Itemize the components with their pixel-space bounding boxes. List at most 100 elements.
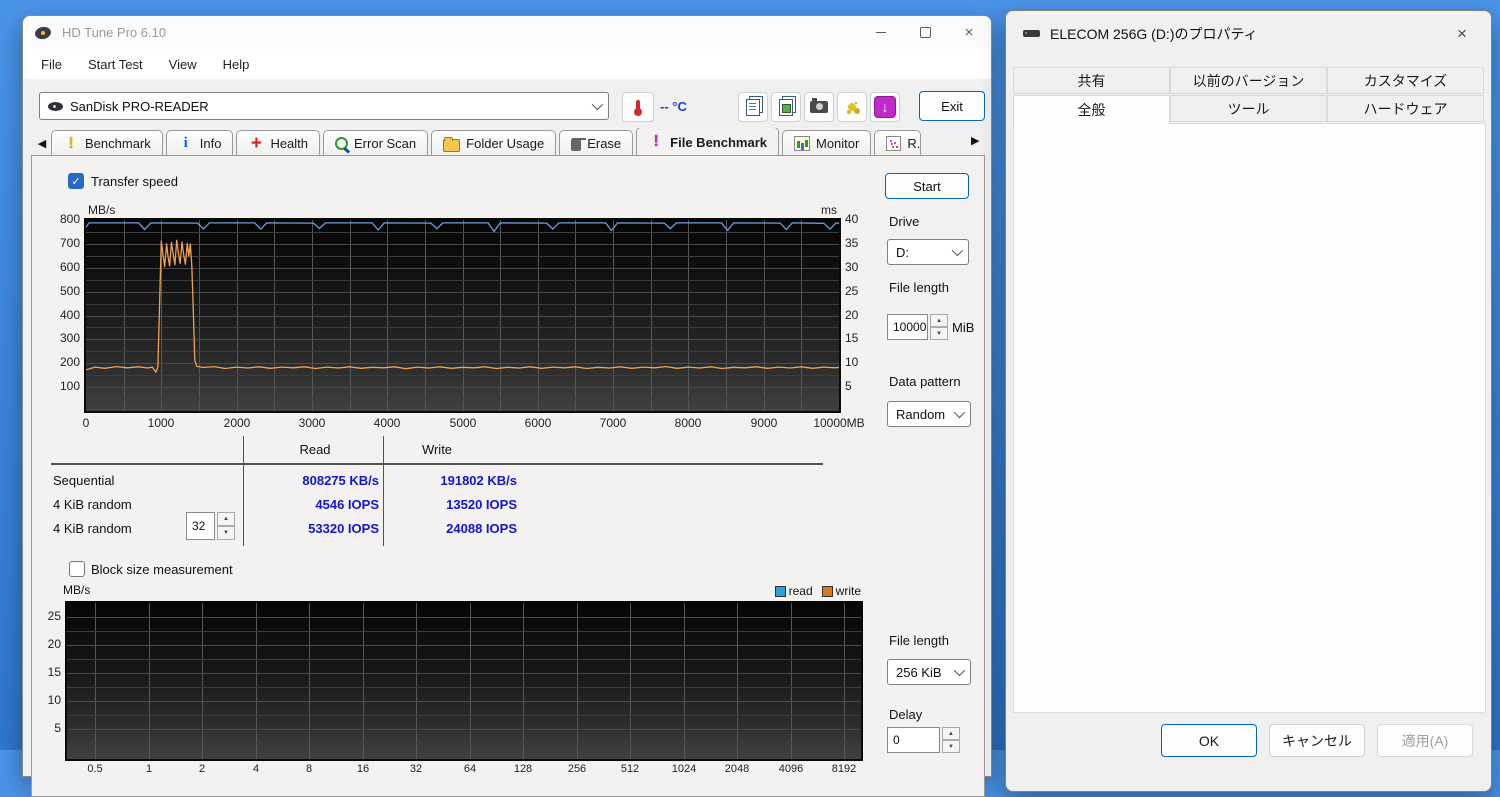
- read-legend-label: read: [788, 584, 813, 598]
- menu-start-test[interactable]: Start Test: [88, 57, 143, 72]
- x-axis-tick: 4: [252, 763, 260, 775]
- menu-bar: File Start Test View Help: [23, 49, 991, 79]
- tab-file-benchmark[interactable]: File Benchmark: [636, 128, 779, 156]
- cancel-button[interactable]: キャンセル: [1269, 724, 1365, 757]
- queue-depth-value[interactable]: 32: [186, 512, 215, 540]
- menu-file[interactable]: File: [41, 57, 62, 72]
- hdtune-app-icon: [35, 26, 53, 40]
- thermometer-icon: [634, 100, 642, 116]
- folder-icon: [443, 136, 461, 152]
- apply-button[interactable]: 適用(A): [1377, 724, 1473, 757]
- menu-help[interactable]: Help: [223, 57, 250, 72]
- spin-up-icon[interactable]: ▲: [930, 314, 948, 327]
- temperature-button[interactable]: [622, 92, 654, 122]
- x-axis-tick: 5000: [449, 416, 477, 430]
- y-axis-tick: 800: [59, 212, 80, 226]
- x-axis-tick: 10000MB: [813, 416, 865, 430]
- dialog-title: ELECOM 256G (D:)のプロパティ: [1050, 25, 1258, 42]
- tab-label: File Benchmark: [670, 134, 767, 150]
- write-column-header: Write: [421, 442, 453, 457]
- maximize-button[interactable]: [903, 16, 947, 49]
- dialog-tab[interactable]: 以前のバージョン: [1170, 67, 1327, 94]
- queue-depth-spinner[interactable]: 32 ▲ ▼: [186, 512, 235, 540]
- close-button[interactable]: ×: [947, 16, 991, 49]
- transfer-speed-label: Transfer speed: [91, 174, 178, 189]
- tab-label: Health: [270, 136, 309, 151]
- temperature-value: -- °C: [660, 99, 687, 114]
- dialog-tab[interactable]: ハードウェア: [1327, 95, 1484, 122]
- read-legend-swatch: [774, 585, 786, 597]
- file-length-value[interactable]: 10000: [887, 314, 928, 340]
- x-axis-tick: 1: [145, 763, 153, 775]
- dialog-tab[interactable]: カスタマイズ: [1327, 67, 1484, 94]
- x-axis-tick: 1024: [671, 763, 697, 775]
- x-axis-tick: 1000: [147, 416, 175, 430]
- x-axis-tick: 8192: [831, 763, 857, 775]
- tab-monitor[interactable]: Monitor: [782, 130, 872, 156]
- tab-info[interactable]: Info: [165, 130, 234, 156]
- exit-button[interactable]: Exit: [919, 91, 985, 121]
- drive-dropdown[interactable]: D:: [887, 239, 969, 265]
- spin-down-icon[interactable]: ▼: [930, 327, 948, 340]
- read-result-value: 808275 KB/s: [302, 473, 379, 488]
- read-result-value: 53320 IOPS: [308, 521, 379, 536]
- tab-folder-usage[interactable]: Folder Usage: [431, 130, 557, 156]
- dialog-close-button[interactable]: ×: [1447, 24, 1477, 44]
- drive-value: D:: [896, 244, 909, 260]
- right-axis-tick: 15: [845, 331, 859, 346]
- minimize-button[interactable]: [859, 16, 903, 49]
- x-axis-tick: 32: [409, 763, 423, 775]
- x-axis-tick: 16: [356, 763, 370, 775]
- transfer-speed-checkbox[interactable]: ✓: [68, 173, 84, 189]
- screenshot-button[interactable]: [804, 92, 834, 122]
- tab-error-scan[interactable]: Error Scan: [323, 130, 429, 156]
- minimize-icon: [876, 32, 886, 33]
- spin-up-icon[interactable]: ▲: [217, 512, 235, 526]
- dialog-tab[interactable]: 全般: [1013, 95, 1170, 124]
- data-pattern-dropdown[interactable]: Random: [887, 401, 971, 427]
- ok-button[interactable]: OK: [1161, 724, 1257, 757]
- data-pattern-label: Data pattern: [889, 374, 961, 389]
- dialog-tab[interactable]: 共有: [1013, 67, 1170, 94]
- benchmark-icon: [63, 136, 79, 152]
- write-result-value: 191802 KB/s: [440, 473, 517, 488]
- right-axis-tick: 30: [845, 259, 859, 274]
- dialog-tab[interactable]: ツール: [1170, 95, 1327, 122]
- start-button[interactable]: Start: [885, 173, 969, 199]
- block-size-checkbox[interactable]: [69, 561, 85, 577]
- erase-icon: [571, 137, 587, 151]
- spin-up-icon[interactable]: ▲: [942, 727, 960, 740]
- tab-scroll-left[interactable]: ◀: [33, 131, 51, 156]
- delay-spinner[interactable]: 0 ▲ ▼: [887, 727, 960, 753]
- copy-text-button[interactable]: [738, 92, 768, 122]
- tab-scroll-right[interactable]: ▶: [971, 134, 979, 147]
- drive-icon: [1023, 30, 1040, 37]
- menu-view[interactable]: View: [169, 57, 197, 72]
- copy-image-button[interactable]: [771, 92, 801, 122]
- y-axis-tick: 400: [59, 307, 80, 322]
- spin-down-icon[interactable]: ▼: [217, 526, 235, 540]
- block-chart-legend: read write: [683, 584, 861, 598]
- tab-benchmark[interactable]: Benchmark: [51, 130, 163, 156]
- tab-r-[interactable]: R..: [874, 130, 922, 156]
- tab-health[interactable]: Health: [236, 130, 321, 156]
- hdtune-window: HD Tune Pro 6.10 × File Start Test View Hel…: [22, 15, 992, 797]
- monitor-icon: [794, 136, 810, 151]
- general-tab-panel: [1013, 123, 1486, 713]
- tab-erase[interactable]: Erase: [559, 130, 634, 156]
- read-column-header: Read: [299, 442, 331, 457]
- delay-value[interactable]: 0: [887, 727, 940, 753]
- tab-label: R..: [907, 136, 921, 151]
- tab-label: Benchmark: [85, 136, 151, 151]
- spin-down-icon[interactable]: ▼: [942, 740, 960, 753]
- x-axis-tick: 6000: [524, 416, 552, 430]
- maximize-icon: [919, 27, 931, 38]
- y-axis-tick: 700: [59, 235, 80, 250]
- file-benchmark-icon: [648, 134, 664, 150]
- x-axis-tick: 8000: [674, 416, 702, 430]
- file-length-spinner[interactable]: 10000 ▲ ▼: [887, 314, 948, 340]
- particles-button[interactable]: [837, 92, 867, 122]
- download-button[interactable]: ↓: [870, 92, 900, 122]
- block-file-length-dropdown[interactable]: 256 KiB: [887, 659, 971, 685]
- device-selector[interactable]: SanDisk PRO-READER: [39, 92, 609, 120]
